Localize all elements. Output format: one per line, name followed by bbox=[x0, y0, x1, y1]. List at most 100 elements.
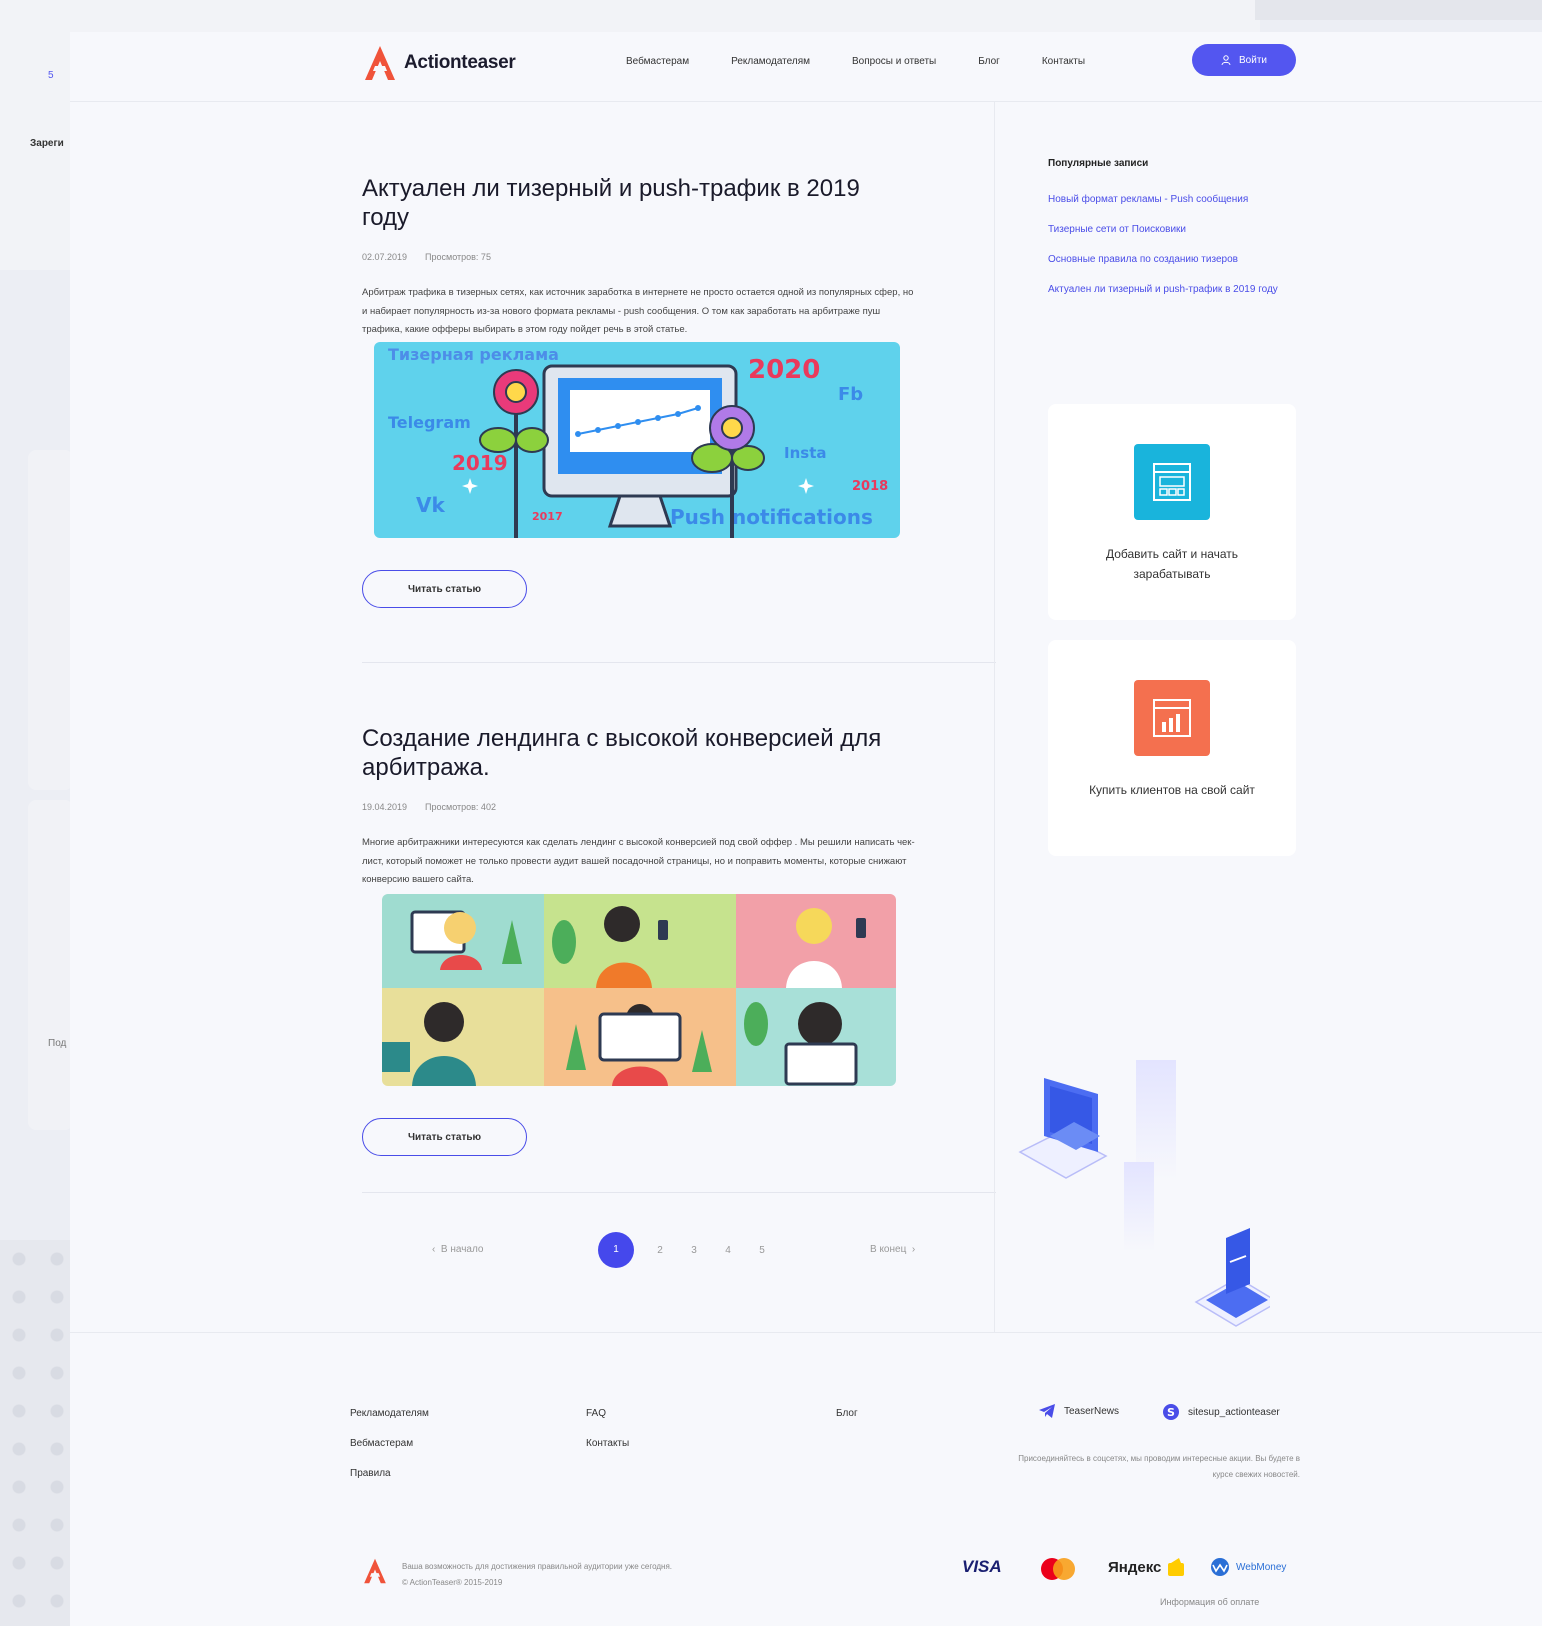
skype-label: sitesup_actionteaser bbox=[1188, 1406, 1280, 1418]
footer-link[interactable]: Правила bbox=[350, 1467, 429, 1481]
visa-logo: VISA bbox=[962, 1557, 1002, 1577]
page-number-current[interactable]: 1 bbox=[598, 1232, 634, 1268]
popular-posts-title: Популярные записи bbox=[1048, 158, 1149, 169]
webmoney-logo: WebMoney bbox=[1210, 1557, 1286, 1577]
article-meta: 19.04.2019 Просмотров: 402 bbox=[362, 802, 978, 812]
globe-icon bbox=[1211, 1558, 1229, 1576]
img-word: 2017 bbox=[532, 510, 563, 523]
nav-advertisers[interactable]: Рекламодателям bbox=[731, 52, 810, 72]
login-label: Войти bbox=[1239, 54, 1267, 66]
telegram-link[interactable]: TeaserNews bbox=[1038, 1403, 1119, 1419]
column-divider bbox=[994, 102, 995, 1332]
popular-post-link[interactable]: Тизерные сети от Поисковики bbox=[1048, 220, 1288, 239]
footer-link[interactable]: FAQ bbox=[586, 1407, 629, 1421]
footer-link[interactable]: Блог bbox=[836, 1407, 858, 1421]
pagination: ‹ В начало 1 2 3 4 5 В конец › bbox=[362, 1232, 978, 1272]
telegram-label: TeaserNews bbox=[1064, 1405, 1120, 1417]
pagination-first-label: В начало bbox=[440, 1244, 484, 1255]
buy-clients-card[interactable]: Купить клиентов на свой сайт bbox=[1048, 640, 1296, 856]
page-number[interactable]: 4 bbox=[720, 1245, 736, 1256]
article-divider bbox=[362, 1192, 996, 1193]
article-image-landing[interactable] bbox=[382, 893, 896, 1086]
site-header: Actionteaser Вебмастерам Рекламодателям … bbox=[70, 32, 1542, 102]
website-icon bbox=[1134, 444, 1210, 520]
pagination-first[interactable]: ‹ В начало bbox=[432, 1244, 483, 1255]
page-number[interactable]: 2 bbox=[652, 1245, 668, 1256]
article-card: Создание лендинга с высокой конверсией д… bbox=[362, 724, 978, 1086]
login-button[interactable]: Войти bbox=[1192, 44, 1296, 76]
page-number[interactable]: 3 bbox=[686, 1245, 702, 1256]
footer-social-note: Присоединяйтесь в соцсетях, мы проводим … bbox=[1018, 1454, 1300, 1479]
footer-links-col1: Рекламодателям Вебмастерам Правила bbox=[350, 1407, 429, 1497]
skype-link[interactable]: S sitesup_actionteaser bbox=[1162, 1403, 1280, 1421]
backdrop-text: Под bbox=[48, 1038, 67, 1049]
backdrop-dots bbox=[0, 1240, 70, 1626]
chevron-right-icon: › bbox=[909, 1244, 916, 1255]
page-numbers: 1 2 3 4 5 bbox=[598, 1232, 770, 1268]
add-site-card[interactable]: Добавить сайт и начать зарабатывать bbox=[1048, 404, 1296, 620]
img-word: 2019 bbox=[452, 451, 508, 475]
read-article-button[interactable]: Читать статью bbox=[362, 1118, 527, 1156]
chevron-left-icon: ‹ bbox=[432, 1244, 439, 1255]
read-article-button[interactable]: Читать статью bbox=[362, 570, 527, 608]
blog-page: Actionteaser Вебмастерам Рекламодателям … bbox=[70, 32, 1542, 1626]
footer-link[interactable]: Контакты bbox=[586, 1437, 629, 1451]
popular-post-link[interactable]: Новый формат рекламы - Push сообщения bbox=[1048, 190, 1288, 209]
img-word: Push notifications bbox=[670, 505, 873, 529]
footer-links-col2: FAQ Контакты bbox=[586, 1407, 629, 1467]
backdrop-text: Зареги bbox=[30, 138, 64, 149]
footer-link[interactable]: Рекламодателям bbox=[350, 1407, 429, 1421]
main-nav: Вебмастерам Рекламодателям Вопросы и отв… bbox=[626, 52, 1085, 72]
footer-link[interactable]: Вебмастерам bbox=[350, 1437, 429, 1451]
backdrop-card bbox=[28, 450, 73, 790]
nav-faq[interactable]: Вопросы и ответы bbox=[852, 52, 936, 72]
site-footer: Рекламодателям Вебмастерам Правила FAQ К… bbox=[70, 1332, 1542, 1626]
skype-icon: S bbox=[1163, 1404, 1179, 1420]
article-meta: 02.07.2019 Просмотров: 75 bbox=[362, 252, 978, 262]
logo[interactable]: Actionteaser bbox=[362, 44, 516, 82]
pagination-last[interactable]: В конец › bbox=[870, 1244, 915, 1255]
popular-post-link[interactable]: Основные правила по созданию тизеров bbox=[1048, 250, 1288, 269]
img-word: 2020 bbox=[748, 355, 820, 385]
article-excerpt: Многие арбитражники интересуются как сде… bbox=[362, 837, 915, 885]
mastercard-logo bbox=[1040, 1557, 1076, 1581]
telegram-icon bbox=[1039, 1404, 1055, 1418]
yandex-money-logo: Яндекс bbox=[1108, 1557, 1185, 1577]
nav-blog[interactable]: Блог bbox=[978, 52, 1000, 72]
img-word: Telegram bbox=[388, 413, 471, 432]
pagination-last-label: В конец bbox=[870, 1244, 907, 1255]
article-divider bbox=[362, 662, 996, 663]
webmoney-text: WebMoney bbox=[1236, 1561, 1287, 1573]
article-image-teaser[interactable]: Тизерная реклама 2020 Fb Telegram 2019 I… bbox=[374, 341, 900, 538]
article-card: Актуален ли тизерный и push-трафик в 201… bbox=[362, 174, 978, 538]
nav-contacts[interactable]: Контакты bbox=[1042, 52, 1085, 72]
backdrop-card bbox=[28, 800, 73, 1130]
visa-text: VISA bbox=[962, 1557, 1002, 1576]
backdrop-strip bbox=[1255, 0, 1542, 20]
img-word: Тизерная реклама bbox=[388, 345, 559, 364]
article-date: 19.04.2019 bbox=[362, 802, 408, 812]
article-title[interactable]: Создание лендинга с высокой конверсией д… bbox=[362, 724, 902, 782]
article-title[interactable]: Актуален ли тизерный и push-трафик в 201… bbox=[362, 174, 902, 232]
footer-copyright-text: © ActionTeaser® 2015-2019 bbox=[402, 1578, 503, 1587]
article-views: Просмотров: 402 bbox=[425, 802, 496, 812]
img-word: 2018 bbox=[852, 479, 888, 494]
teaser-illustration: Тизерная реклама 2020 Fb Telegram 2019 I… bbox=[374, 341, 900, 538]
svg-text:S: S bbox=[1167, 1406, 1175, 1419]
popular-post-link[interactable]: Актуален ли тизерный и push-трафик в 201… bbox=[1048, 280, 1288, 299]
popular-posts-list: Новый формат рекламы - Push сообщения Ти… bbox=[1048, 190, 1288, 310]
buy-clients-card-text: Купить клиентов на свой сайт bbox=[1089, 783, 1255, 797]
footer-logo-icon[interactable] bbox=[362, 1557, 388, 1585]
page-number[interactable]: 5 bbox=[754, 1245, 770, 1256]
article-views: Просмотров: 75 bbox=[425, 252, 491, 262]
yandex-text: Яндекс bbox=[1108, 1558, 1162, 1576]
img-word: Vk bbox=[416, 493, 445, 517]
payment-info-link[interactable]: Информация об оплате bbox=[1160, 1597, 1259, 1607]
nav-webmasters[interactable]: Вебмастерам bbox=[626, 52, 689, 72]
backdrop-badge: 5 bbox=[48, 70, 54, 81]
footer-links-col3: Блог bbox=[836, 1407, 858, 1437]
article-date: 02.07.2019 bbox=[362, 252, 408, 262]
wallet-icon bbox=[1168, 1558, 1185, 1576]
footer-tagline: Ваша возможность для достижения правильн… bbox=[402, 1562, 673, 1571]
landing-illustration bbox=[382, 893, 896, 1086]
